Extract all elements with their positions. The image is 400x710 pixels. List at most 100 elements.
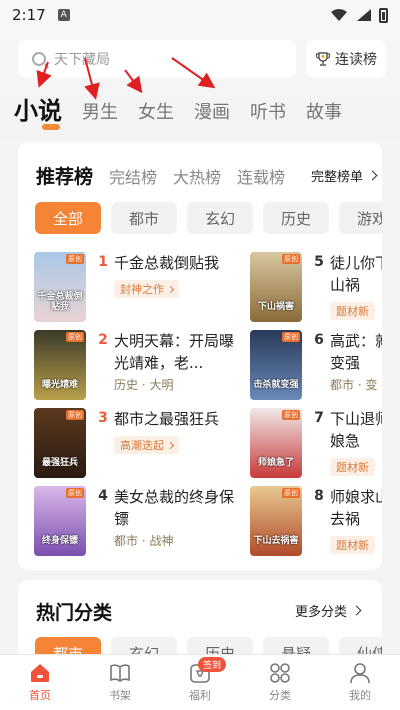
full-list-label: 完整榜单	[310, 170, 363, 185]
cover-badge: 原创	[66, 488, 84, 498]
book-rank: 4	[98, 488, 108, 504]
book-cover: 原创 千金总裁倒贴我	[34, 252, 86, 322]
checkin-badge: 签到	[198, 657, 227, 672]
book-tag: 高潮迭起	[114, 436, 179, 454]
genre-pill[interactable]: 都市	[111, 202, 177, 234]
cover-badge: 原创	[282, 332, 300, 342]
genre-pill[interactable]: 历史	[263, 202, 329, 234]
book-info: 师娘求山去祸 题材新	[330, 486, 382, 556]
cover-title: 下山去祸害	[253, 536, 299, 546]
wifi-icon	[331, 9, 347, 21]
battery-icon	[379, 7, 388, 23]
book-cover: 原创 曝光靖难	[34, 330, 86, 400]
book-info: 都市之最强狂兵 高潮迭起	[114, 408, 234, 478]
read-rank-label: 连读榜	[335, 52, 377, 68]
book-info: 高武：就变强 都市 · 变	[330, 330, 382, 400]
more-categories-link[interactable]: 更多分类	[295, 601, 362, 620]
book-rank: 2	[98, 332, 108, 348]
book-info: 徒儿你下山祸 题材新	[330, 252, 382, 322]
book-list: 原创 千金总裁倒贴我 1 千金总裁倒贴我 封神之作 原创 曝光靖难 2 大明天幕…	[34, 252, 382, 562]
book-rank: 8	[314, 488, 324, 504]
book-title: 师娘求山去祸	[330, 488, 382, 528]
book-rank: 3	[98, 410, 108, 426]
book-item[interactable]: 原创 师娘急了 7 下山退师娘急 题材新	[250, 408, 382, 478]
tab-serial[interactable]: 连载榜	[237, 164, 285, 188]
rank-card: 推荐榜 完结榜 大热榜 连载榜 完整榜单 全部 都市 玄幻 历史 游戏 原创 千…	[18, 142, 382, 570]
nav-label: 首页	[29, 689, 51, 702]
book-meta: 都市 · 战神	[114, 534, 174, 548]
chevron-right-icon	[351, 605, 362, 616]
cover-title: 下山祸害	[257, 302, 294, 312]
tab-completed[interactable]: 完结榜	[109, 164, 157, 188]
nav-welfare[interactable]: 签到 福利	[160, 655, 240, 710]
profile-icon	[350, 663, 370, 684]
tab-recommend[interactable]: 推荐榜	[36, 162, 93, 189]
notification-icon: A	[57, 9, 70, 21]
nav-category[interactable]: 分类	[240, 655, 320, 710]
rank-tabs: 推荐榜 完结榜 大热榜 连载榜 完整榜单	[36, 162, 378, 189]
section-title: 热门分类	[36, 602, 113, 624]
book-cover: 原创 下山去祸害	[250, 486, 302, 556]
book-title: 美女总裁的终身保镖	[114, 488, 234, 528]
bottom-nav: 首页 书架 签到 福利 分类 我的	[0, 654, 400, 710]
nav-label: 福利	[189, 689, 211, 702]
tab-hot[interactable]: 大热榜	[173, 164, 221, 188]
tab-male[interactable]: 男生	[82, 100, 118, 126]
cover-title: 终身保镖	[41, 536, 78, 546]
channel-tabs: 小说 男生 女生 漫画 听书 故事	[14, 92, 362, 130]
book-title: 徒儿你下山祸	[330, 254, 382, 294]
cover-badge: 原创	[66, 332, 84, 342]
book-cover: 原创 终身保镖	[34, 486, 86, 556]
nav-bookshelf[interactable]: 书架	[80, 655, 160, 710]
cover-title: 最强狂兵	[41, 458, 78, 468]
book-item[interactable]: 原创 曝光靖难 2 大明天幕：开局曝光靖难，老... 历史 · 大明	[34, 330, 234, 400]
book-item[interactable]: 原创 下山祸害 5 徒儿你下山祸 题材新	[250, 252, 382, 322]
header: 天下藏局 连读榜 小说 男生 女生 漫画 听书 故事	[0, 30, 400, 140]
cover-badge: 原创	[282, 254, 300, 264]
tab-audiobook[interactable]: 听书	[250, 100, 286, 126]
book-item[interactable]: 原创 最强狂兵 3 都市之最强狂兵 高潮迭起	[34, 408, 234, 478]
search-input[interactable]: 天下藏局	[18, 40, 296, 78]
nav-home[interactable]: 首页	[0, 655, 80, 710]
book-tag: 题材新	[330, 458, 375, 476]
book-item[interactable]: 原创 千金总裁倒贴我 1 千金总裁倒贴我 封神之作	[34, 252, 234, 322]
trophy-icon	[315, 52, 331, 66]
book-title: 下山退师娘急	[330, 410, 382, 450]
book-tag: 题材新	[330, 302, 375, 320]
book-info: 千金总裁倒贴我 封神之作	[114, 252, 234, 322]
home-icon	[31, 664, 49, 682]
nav-label: 书架	[109, 689, 131, 702]
book-tag: 封神之作	[114, 280, 179, 298]
chevron-right-icon	[166, 441, 175, 449]
book-item[interactable]: 原创 终身保镖 4 美女总裁的终身保镖 都市 · 战神	[34, 486, 234, 556]
book-item[interactable]: 原创 击杀就变强 6 高武：就变强 都市 · 变	[250, 330, 382, 400]
tab-story[interactable]: 故事	[306, 100, 342, 126]
tab-female[interactable]: 女生	[138, 100, 174, 126]
book-info: 大明天幕：开局曝光靖难，老... 历史 · 大明	[114, 330, 234, 400]
genre-pill[interactable]: 游戏	[339, 202, 382, 234]
cover-title: 师娘急了	[257, 458, 294, 468]
genre-pill[interactable]: 全部	[35, 202, 101, 234]
genre-pill[interactable]: 玄幻	[187, 202, 253, 234]
nav-profile[interactable]: 我的	[320, 655, 400, 710]
book-title: 大明天幕：开局曝光靖难，老...	[114, 332, 234, 372]
full-list-link[interactable]: 完整榜单	[310, 166, 378, 185]
book-cover: 原创 下山祸害	[250, 252, 302, 322]
cover-title: 击杀就变强	[253, 380, 299, 390]
book-info: 下山退师娘急 题材新	[330, 408, 382, 478]
book-rank: 1	[98, 254, 108, 270]
tab-comic[interactable]: 漫画	[194, 100, 230, 126]
book-title: 都市之最强狂兵	[114, 410, 220, 428]
book-item[interactable]: 原创 下山去祸害 8 师娘求山去祸 题材新	[250, 486, 382, 556]
cover-title: 曝光靖难	[41, 380, 78, 390]
nav-label: 分类	[269, 689, 291, 702]
cover-title: 千金总裁倒贴我	[37, 292, 83, 312]
bookshelf-icon	[110, 664, 130, 682]
signal-icon	[357, 9, 371, 21]
book-title: 千金总裁倒贴我	[114, 254, 220, 272]
tab-novel[interactable]: 小说	[14, 96, 62, 130]
genre-filter: 全部 都市 玄幻 历史 游戏	[35, 202, 382, 234]
read-rank-button[interactable]: 连读榜	[306, 40, 386, 78]
chevron-right-icon	[367, 170, 378, 181]
book-tag: 题材新	[330, 536, 375, 554]
